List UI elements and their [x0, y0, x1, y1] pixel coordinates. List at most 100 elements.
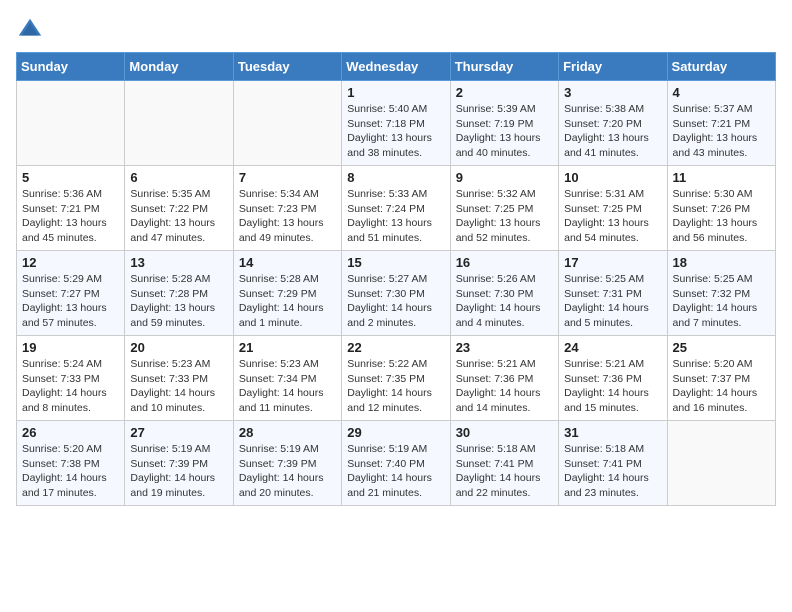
day-number: 14 — [239, 255, 336, 270]
day-cell: 3 Sunrise: 5:38 AM Sunset: 7:20 PM Daylig… — [559, 81, 667, 166]
logo-icon — [16, 16, 44, 44]
day-cell — [667, 421, 775, 506]
day-cell: 22 Sunrise: 5:22 AM Sunset: 7:35 PM Dayli… — [342, 336, 450, 421]
day-cell: 11 Sunrise: 5:30 AM Sunset: 7:26 PM Dayli… — [667, 166, 775, 251]
day-cell: 14 Sunrise: 5:28 AM Sunset: 7:29 PM Dayli… — [233, 251, 341, 336]
day-number: 3 — [564, 85, 661, 100]
day-cell: 8 Sunrise: 5:33 AM Sunset: 7:24 PM Daylig… — [342, 166, 450, 251]
day-info: Sunrise: 5:32 AM Sunset: 7:25 PM Dayligh… — [456, 187, 553, 246]
day-info: Sunrise: 5:19 AM Sunset: 7:40 PM Dayligh… — [347, 442, 444, 501]
day-info: Sunrise: 5:19 AM Sunset: 7:39 PM Dayligh… — [130, 442, 227, 501]
day-number: 12 — [22, 255, 119, 270]
day-cell: 7 Sunrise: 5:34 AM Sunset: 7:23 PM Daylig… — [233, 166, 341, 251]
day-info: Sunrise: 5:18 AM Sunset: 7:41 PM Dayligh… — [564, 442, 661, 501]
day-number: 20 — [130, 340, 227, 355]
day-cell: 12 Sunrise: 5:29 AM Sunset: 7:27 PM Dayli… — [17, 251, 125, 336]
day-info: Sunrise: 5:39 AM Sunset: 7:19 PM Dayligh… — [456, 102, 553, 161]
day-info: Sunrise: 5:26 AM Sunset: 7:30 PM Dayligh… — [456, 272, 553, 331]
day-info: Sunrise: 5:31 AM Sunset: 7:25 PM Dayligh… — [564, 187, 661, 246]
column-header-saturday: Saturday — [667, 53, 775, 81]
day-cell: 4 Sunrise: 5:37 AM Sunset: 7:21 PM Daylig… — [667, 81, 775, 166]
day-number: 28 — [239, 425, 336, 440]
day-number: 8 — [347, 170, 444, 185]
day-cell: 16 Sunrise: 5:26 AM Sunset: 7:30 PM Dayli… — [450, 251, 558, 336]
day-number: 27 — [130, 425, 227, 440]
day-cell: 1 Sunrise: 5:40 AM Sunset: 7:18 PM Daylig… — [342, 81, 450, 166]
day-number: 19 — [22, 340, 119, 355]
day-info: Sunrise: 5:34 AM Sunset: 7:23 PM Dayligh… — [239, 187, 336, 246]
day-number: 7 — [239, 170, 336, 185]
day-info: Sunrise: 5:28 AM Sunset: 7:29 PM Dayligh… — [239, 272, 336, 331]
day-info: Sunrise: 5:19 AM Sunset: 7:39 PM Dayligh… — [239, 442, 336, 501]
day-number: 13 — [130, 255, 227, 270]
day-cell: 27 Sunrise: 5:19 AM Sunset: 7:39 PM Dayli… — [125, 421, 233, 506]
header — [16, 16, 776, 44]
day-cell: 31 Sunrise: 5:18 AM Sunset: 7:41 PM Dayli… — [559, 421, 667, 506]
day-number: 30 — [456, 425, 553, 440]
day-number: 24 — [564, 340, 661, 355]
day-cell: 21Sunrise: 5:23 AM Sunset: 7:34 PM Dayli… — [233, 336, 341, 421]
day-cell — [125, 81, 233, 166]
day-number: 2 — [456, 85, 553, 100]
day-info: Sunrise: 5:35 AM Sunset: 7:22 PM Dayligh… — [130, 187, 227, 246]
day-number: 31 — [564, 425, 661, 440]
day-cell: 25Sunrise: 5:20 AM Sunset: 7:37 PM Dayli… — [667, 336, 775, 421]
day-number: 10 — [564, 170, 661, 185]
day-info: Sunrise: 5:27 AM Sunset: 7:30 PM Dayligh… — [347, 272, 444, 331]
day-cell: 15Sunrise: 5:27 AM Sunset: 7:30 PM Dayli… — [342, 251, 450, 336]
logo — [16, 16, 48, 44]
day-info: Sunrise: 5:25 AM Sunset: 7:32 PM Dayligh… — [673, 272, 770, 331]
day-number: 11 — [673, 170, 770, 185]
day-info: Sunrise: 5:20 AM Sunset: 7:38 PM Dayligh… — [22, 442, 119, 501]
day-info: Sunrise: 5:18 AM Sunset: 7:41 PM Dayligh… — [456, 442, 553, 501]
day-cell: 9 Sunrise: 5:32 AM Sunset: 7:25 PM Daylig… — [450, 166, 558, 251]
day-cell — [233, 81, 341, 166]
day-info: Sunrise: 5:29 AM Sunset: 7:27 PM Dayligh… — [22, 272, 119, 331]
day-number: 26 — [22, 425, 119, 440]
day-info: Sunrise: 5:23 AM Sunset: 7:33 PM Dayligh… — [130, 357, 227, 416]
day-cell: 19 Sunrise: 5:24 AM Sunset: 7:33 PM Dayli… — [17, 336, 125, 421]
day-info: Sunrise: 5:40 AM Sunset: 7:18 PM Dayligh… — [347, 102, 444, 161]
day-cell: 6 Sunrise: 5:35 AM Sunset: 7:22 PM Daylig… — [125, 166, 233, 251]
day-info: Sunrise: 5:20 AM Sunset: 7:37 PM Dayligh… — [673, 357, 770, 416]
day-info: Sunrise: 5:33 AM Sunset: 7:24 PM Dayligh… — [347, 187, 444, 246]
week-row-2: 5 Sunrise: 5:36 AM Sunset: 7:21 PM Daylig… — [17, 166, 776, 251]
day-info: Sunrise: 5:38 AM Sunset: 7:20 PM Dayligh… — [564, 102, 661, 161]
day-cell: 18 Sunrise: 5:25 AM Sunset: 7:32 PM Dayli… — [667, 251, 775, 336]
day-number: 22 — [347, 340, 444, 355]
day-number: 16 — [456, 255, 553, 270]
day-number: 4 — [673, 85, 770, 100]
day-info: Sunrise: 5:22 AM Sunset: 7:35 PM Dayligh… — [347, 357, 444, 416]
calendar-table: SundayMondayTuesdayWednesdayThursdayFrid… — [16, 52, 776, 506]
day-cell: 26 Sunrise: 5:20 AM Sunset: 7:38 PM Dayli… — [17, 421, 125, 506]
day-cell: 13 Sunrise: 5:28 AM Sunset: 7:28 PM Dayli… — [125, 251, 233, 336]
day-cell — [17, 81, 125, 166]
day-cell: 30 Sunrise: 5:18 AM Sunset: 7:41 PM Dayli… — [450, 421, 558, 506]
day-info: Sunrise: 5:21 AM Sunset: 7:36 PM Dayligh… — [564, 357, 661, 416]
day-number: 9 — [456, 170, 553, 185]
day-cell: 23Sunrise: 5:21 AM Sunset: 7:36 PM Dayli… — [450, 336, 558, 421]
day-cell: 28 Sunrise: 5:19 AM Sunset: 7:39 PM Dayli… — [233, 421, 341, 506]
day-info: Sunrise: 5:21 AM Sunset: 7:36 PM Dayligh… — [456, 357, 553, 416]
week-row-1: 1 Sunrise: 5:40 AM Sunset: 7:18 PM Daylig… — [17, 81, 776, 166]
day-number: 21 — [239, 340, 336, 355]
day-info: Sunrise: 5:30 AM Sunset: 7:26 PM Dayligh… — [673, 187, 770, 246]
day-cell: 2 Sunrise: 5:39 AM Sunset: 7:19 PM Daylig… — [450, 81, 558, 166]
day-cell: 5 Sunrise: 5:36 AM Sunset: 7:21 PM Daylig… — [17, 166, 125, 251]
day-cell: 17Sunrise: 5:25 AM Sunset: 7:31 PM Dayli… — [559, 251, 667, 336]
week-row-4: 19 Sunrise: 5:24 AM Sunset: 7:33 PM Dayli… — [17, 336, 776, 421]
column-header-tuesday: Tuesday — [233, 53, 341, 81]
week-row-5: 26 Sunrise: 5:20 AM Sunset: 7:38 PM Dayli… — [17, 421, 776, 506]
day-number: 18 — [673, 255, 770, 270]
day-number: 6 — [130, 170, 227, 185]
day-info: Sunrise: 5:37 AM Sunset: 7:21 PM Dayligh… — [673, 102, 770, 161]
day-number: 1 — [347, 85, 444, 100]
day-cell: 20 Sunrise: 5:23 AM Sunset: 7:33 PM Dayli… — [125, 336, 233, 421]
column-header-wednesday: Wednesday — [342, 53, 450, 81]
day-info: Sunrise: 5:28 AM Sunset: 7:28 PM Dayligh… — [130, 272, 227, 331]
day-number: 5 — [22, 170, 119, 185]
column-header-sunday: Sunday — [17, 53, 125, 81]
day-info: Sunrise: 5:36 AM Sunset: 7:21 PM Dayligh… — [22, 187, 119, 246]
day-info: Sunrise: 5:24 AM Sunset: 7:33 PM Dayligh… — [22, 357, 119, 416]
column-header-thursday: Thursday — [450, 53, 558, 81]
